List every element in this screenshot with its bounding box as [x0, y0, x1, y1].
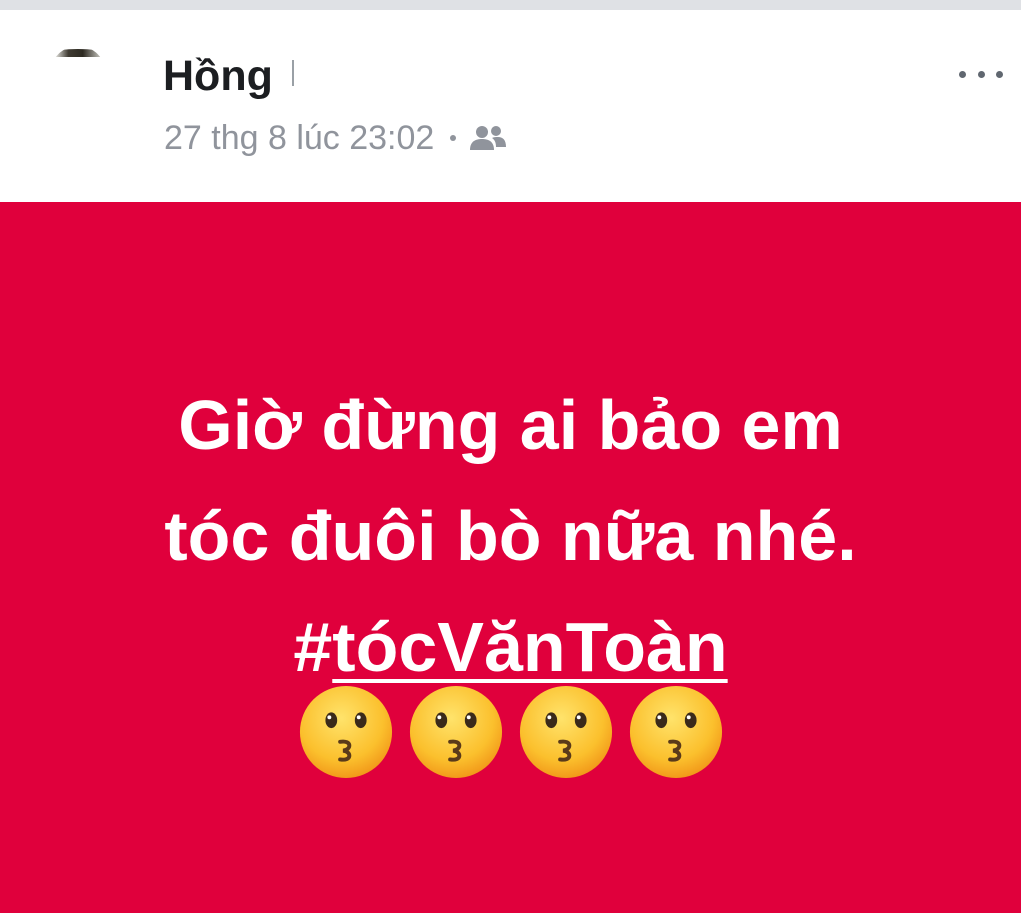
- post-text-line-2: tóc đuôi bò nữa nhé.: [164, 497, 857, 575]
- post-timestamp[interactable]: 27 thg 8 lúc 23:02: [164, 119, 434, 158]
- post-text: Giờ đừng ai bảo em tóc đuôi bò nữa nhé. …: [0, 370, 1021, 703]
- text-cursor: [292, 60, 294, 86]
- kissing-face-emoji: [629, 685, 722, 779]
- author-name[interactable]: Hồng: [163, 52, 273, 101]
- post-meta: 27 thg 8 lúc 23:02: [164, 116, 508, 160]
- more-dot: [959, 70, 966, 78]
- friends-icon[interactable]: [468, 123, 508, 153]
- post-header: Hồng 27 thg 8 lúc 23:02: [0, 10, 1021, 202]
- avatar[interactable]: [50, 46, 106, 102]
- hashtag-link[interactable]: tócVănToàn: [332, 608, 727, 686]
- kissing-face-emoji: [299, 685, 392, 779]
- top-divider: [0, 0, 1021, 10]
- avatar-image: [54, 49, 102, 57]
- kissing-face-emoji: [519, 685, 612, 779]
- more-options-icon[interactable]: [955, 62, 1007, 86]
- separator-dot: [450, 135, 457, 141]
- post-text-line-1: Giờ đừng ai bảo em: [178, 386, 843, 464]
- emoji-row: [0, 683, 1021, 787]
- hashtag-symbol: #: [293, 608, 333, 686]
- more-dot: [977, 70, 985, 78]
- more-dot: [996, 70, 1003, 78]
- kissing-face-emoji: [409, 685, 502, 779]
